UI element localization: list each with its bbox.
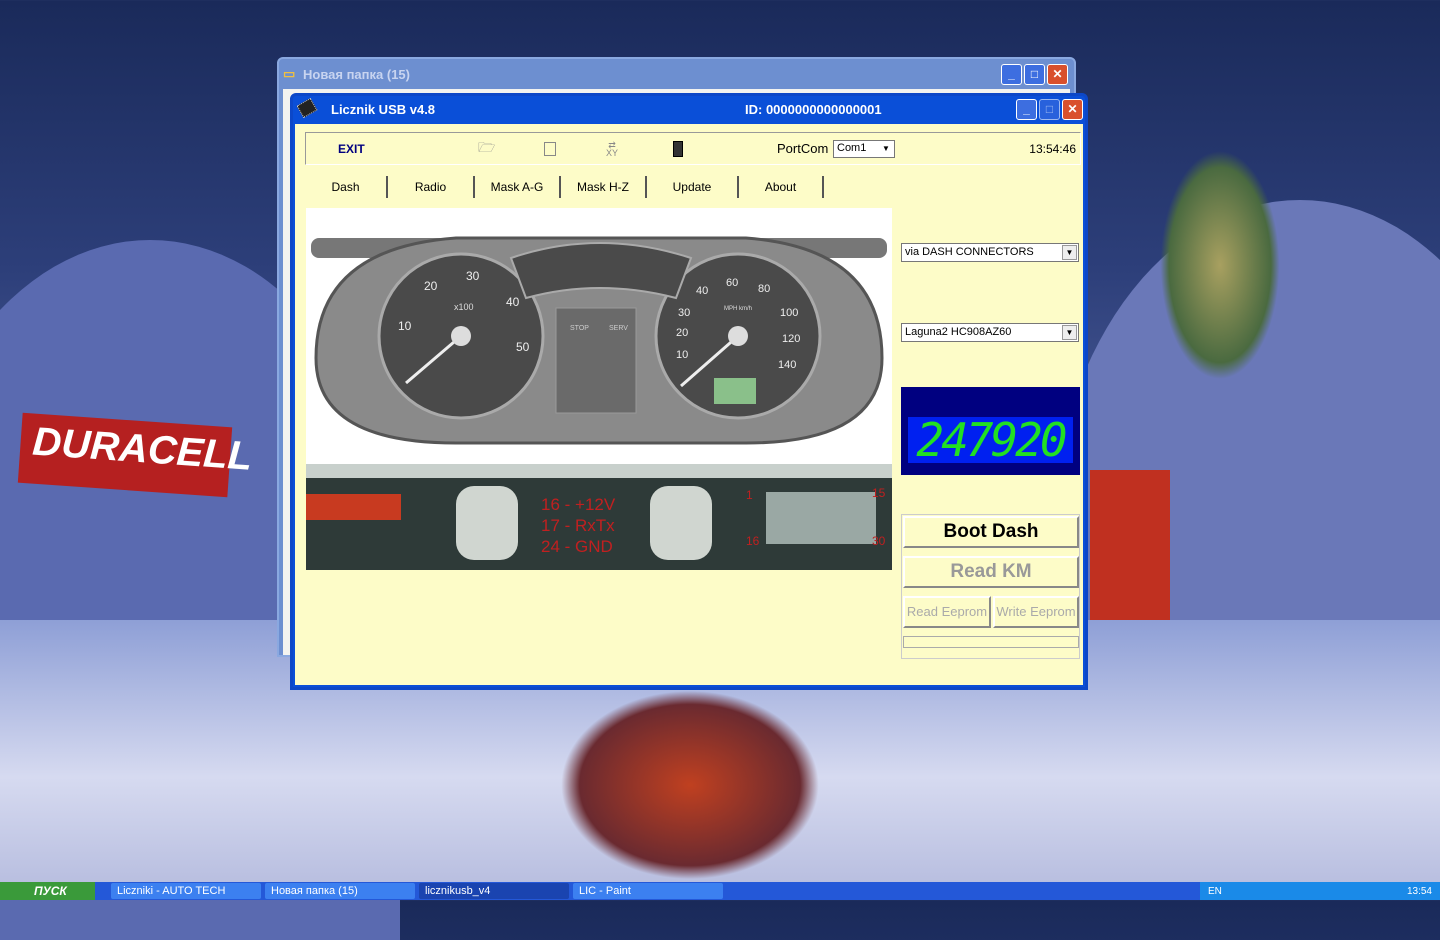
dashboard-image: 20 30 40 10 50 x100 30 20 10 40 60 80 10… (306, 208, 892, 464)
folder-icon: ▭ (283, 66, 296, 81)
taskbar-item-active[interactable]: licznikusb_v4 (419, 883, 569, 899)
tab-update[interactable]: Update (647, 176, 739, 198)
chip-icon (296, 97, 318, 119)
tab-mask-a-g[interactable]: Mask A-G (475, 176, 561, 198)
close-button[interactable]: ✕ (1047, 64, 1068, 85)
rpm-tick-20: 20 (424, 279, 438, 293)
open-folder-icon[interactable]: 🗁 (478, 137, 495, 161)
model-select[interactable]: Laguna2 HC908AZ60 ▼ (901, 323, 1079, 342)
tab-radio[interactable]: Radio (388, 176, 475, 198)
toolbar: EXIT 🗁 ⇄ XY PortCom Com1 ▼ 13:54:46 (305, 132, 1081, 165)
portcom-label: PortCom (777, 141, 829, 156)
taskbar-item[interactable]: LIC - Paint (573, 883, 723, 899)
pin-24-label: 24 - GND (541, 537, 613, 556)
stop-label: STOP (570, 325, 589, 332)
speed-tick: 120 (782, 333, 800, 345)
system-tray: EN 13:54 (1200, 882, 1440, 900)
language-indicator[interactable]: EN (1208, 886, 1222, 897)
start-button[interactable]: пуск (0, 882, 95, 900)
speed-unit: MPH km/h (724, 306, 752, 312)
read-eeprom-button[interactable]: Read Eeprom (903, 596, 991, 628)
serv-label: SERV (609, 325, 628, 332)
tab-about[interactable]: About (739, 176, 824, 198)
window-title: Licznik USB v4.8 (331, 102, 436, 117)
speed-tick: 30 (678, 307, 690, 319)
tab-dash[interactable]: Dash (305, 176, 388, 198)
speed-tick: 40 (696, 285, 708, 297)
pin-number: 15 (872, 486, 886, 500)
speed-tick: 140 (778, 359, 796, 371)
exit-button[interactable]: EXIT (338, 142, 365, 156)
speed-tick: 20 (676, 327, 688, 339)
speed-tick: 60 (726, 277, 738, 289)
pin-number: 16 (746, 534, 760, 548)
speed-tick: 10 (676, 349, 688, 361)
rpm-unit: x100 (454, 302, 474, 312)
tab-bar: Dash Radio Mask A-G Mask H-Z Update Abou… (305, 176, 824, 198)
maximize-button[interactable]: □ (1039, 99, 1060, 120)
device-id: ID: 0000000000000001 (745, 102, 882, 117)
christmas-tree (1160, 150, 1280, 380)
speed-tick: 100 (780, 307, 798, 319)
pin-16-label: 16 - +12V (541, 495, 616, 514)
taskbar: пуск Liczniki - AUTO TECH Новая папка (1… (0, 882, 1440, 900)
connector-image: 16 - +12V 17 - RxTx 24 - GND 1 15 16 30 (306, 464, 892, 570)
pin-number: 30 (872, 534, 886, 548)
calculator-icon[interactable] (673, 140, 683, 157)
minimize-button[interactable]: _ (1001, 64, 1022, 85)
clock: 13:54:46 (1029, 141, 1076, 156)
red-post (1090, 470, 1170, 620)
speed-tick: 80 (758, 283, 770, 295)
taskbar-item[interactable]: Новая папка (15) (265, 883, 415, 899)
licznik-window: Licznik USB v4.8 ID: 0000000000000001 _ □… (290, 93, 1088, 690)
rpm-tick-30: 30 (466, 269, 480, 283)
rpm-tick-10: 10 (398, 319, 412, 333)
swap-xy-icon[interactable]: ⇄ XY (606, 140, 618, 157)
chevron-down-icon: ▼ (1062, 325, 1077, 340)
read-km-button[interactable]: Read KM (903, 556, 1079, 588)
close-button[interactable]: ✕ (1062, 99, 1083, 120)
chevron-down-icon: ▼ (882, 143, 890, 153)
rpm-tick-50: 50 (516, 340, 530, 354)
tray-clock: 13:54 (1406, 885, 1432, 897)
odometer-value: 247920 (908, 417, 1073, 463)
port-select[interactable]: Com1 ▼ (833, 139, 895, 158)
maximize-button[interactable]: □ (1024, 64, 1045, 85)
bg-window-title: Новая папка (15) (303, 67, 410, 82)
odometer-display: 247920 (901, 387, 1080, 475)
rpm-tick-40: 40 (506, 295, 520, 309)
pin-number: 1 (746, 488, 753, 502)
pin-17-label: 17 - RxTx (541, 516, 615, 535)
snowplow (560, 690, 820, 880)
progress-bar (903, 636, 1079, 648)
save-icon[interactable] (544, 141, 556, 156)
chevron-down-icon: ▼ (1062, 245, 1077, 260)
duracell-sign: DURACELL (17, 412, 254, 498)
tab-mask-h-z[interactable]: Mask H-Z (561, 176, 647, 198)
boot-dash-button[interactable]: Boot Dash (903, 516, 1079, 548)
taskbar-item[interactable]: Liczniki - AUTO TECH (111, 883, 261, 899)
connection-select[interactable]: via DASH CONNECTORS ▼ (901, 243, 1079, 262)
write-eeprom-button[interactable]: Write Eeprom (993, 596, 1079, 628)
minimize-button[interactable]: _ (1016, 99, 1037, 120)
